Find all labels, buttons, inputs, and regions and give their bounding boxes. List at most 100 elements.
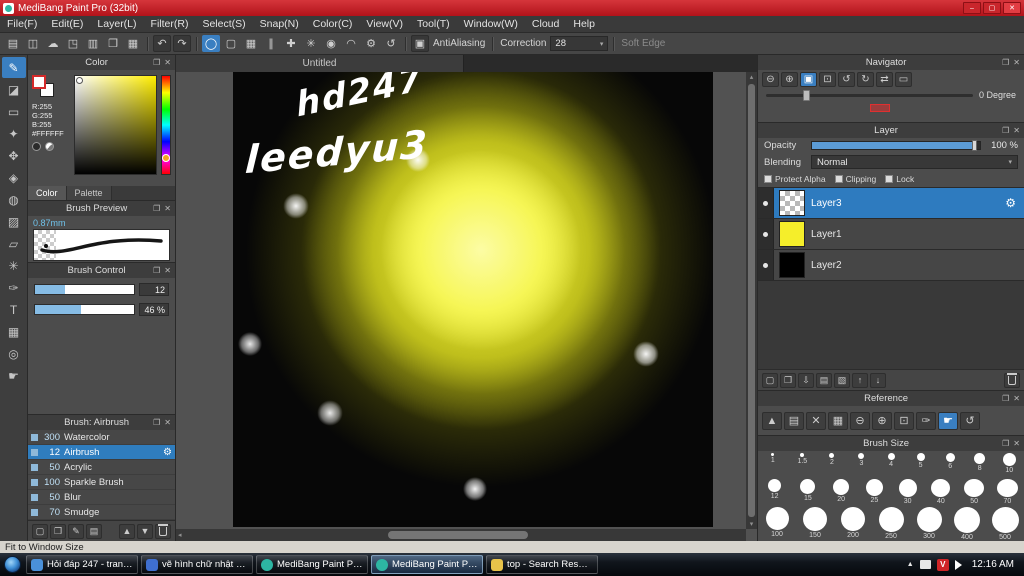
brush-opacity-slider[interactable] [34,304,135,315]
scroll-down-icon[interactable]: ▾ [748,519,756,529]
menu-cloud[interactable]: Cloud [525,16,566,32]
save-icon[interactable]: ◫ [24,35,42,52]
clipping-checkbox[interactable]: Clipping [834,174,876,184]
taskbar-item-5[interactable]: top - Search Results i... [486,555,598,574]
brush-item-watercolor[interactable]: 300 Watercolor [28,430,175,445]
panel-popout-icon[interactable]: ❐ [1002,439,1009,448]
brush-size-option[interactable]: 6 [935,451,965,477]
scroll-left-icon[interactable]: ◂ [176,530,184,540]
transparent-color-icon[interactable] [45,142,54,151]
panel-close-icon[interactable]: ✕ [164,418,171,427]
brush-size-option[interactable]: 20 [825,477,858,505]
menu-file[interactable]: File(F) [0,16,44,32]
panel-popout-icon[interactable]: ❐ [1002,58,1009,67]
hue-cursor[interactable] [162,154,170,162]
snap-reset-icon[interactable]: ↺ [382,35,400,52]
brush-item-blur[interactable]: 50 Blur [28,490,175,505]
brush-size-option[interactable]: 1 [758,451,788,477]
grid-icon[interactable]: ▦ [242,35,260,52]
menu-snap[interactable]: Snap(N) [253,16,306,32]
menu-window[interactable]: Window(W) [457,16,525,32]
decoration-tool[interactable]: ✳ [2,255,26,276]
brush-size-option[interactable]: 70 [991,477,1024,505]
navigator-view-rect[interactable] [870,104,890,112]
antialiasing-label[interactable]: AntiAliasing [431,38,487,49]
eyedropper-tool[interactable]: ◎ [2,343,26,364]
brush-size-option[interactable]: 25 [858,477,891,505]
zoom-in-icon[interactable]: ⊕ [781,71,798,87]
panel-popout-icon[interactable]: ❐ [153,418,160,427]
vertical-scrollbar[interactable]: ▴ ▾ [746,72,757,529]
brush-circle-icon[interactable]: ◯ [202,35,220,52]
hidden-icons-arrow[interactable]: ▲ [907,561,914,568]
delete-layer-icon[interactable] [1004,372,1020,388]
snap-settings-icon[interactable]: ⚙ [362,35,380,52]
rotate-cw-icon[interactable]: ↻ [857,71,874,87]
brush-size-option[interactable]: 250 [872,505,910,541]
panel-close-icon[interactable]: ✕ [164,204,171,213]
brush-square-icon[interactable]: ▢ [222,35,240,52]
layer-settings-icon[interactable]: ⚙ [1005,196,1024,210]
move-layer-up-icon[interactable]: ↑ [852,372,868,388]
delete-brush-icon[interactable] [155,523,171,539]
brush-settings-icon[interactable]: ⚙ [163,447,172,458]
brush-size-option[interactable]: 50 [958,477,991,505]
duplicate-brush-icon[interactable]: ❐ [50,523,66,539]
brush-size-option[interactable]: 500 [986,505,1024,541]
bucket-tool[interactable]: ◍ [2,189,26,210]
ref-checker-icon[interactable]: ▦ [828,411,848,430]
actual-size-icon[interactable]: ⊡ [819,71,836,87]
brush-size-option[interactable]: 8 [965,451,995,477]
edit-brush-icon[interactable]: ✎ [68,523,84,539]
redo-icon[interactable]: ↷ [173,35,191,52]
wand-select-tool[interactable]: ✦ [2,123,26,144]
taskbar-clock[interactable]: 12:16 AM [968,559,1018,570]
tab-palette[interactable]: Palette [66,186,112,200]
rotation-slider-handle[interactable] [803,89,811,101]
vanishing-snap-icon[interactable]: ✳ [302,35,320,52]
undo-icon[interactable]: ↶ [153,35,171,52]
brush-tool[interactable]: ✎ [1,57,26,78]
brush-down-icon[interactable]: ▼ [137,523,153,539]
text-tool[interactable]: T [2,299,26,320]
menu-filter[interactable]: Filter(R) [144,16,196,32]
ref-zoom-out-icon[interactable]: ⊖ [850,411,870,430]
radial-snap-icon[interactable]: ◉ [322,35,340,52]
add-layer-icon[interactable]: ▢ [762,372,778,388]
brush-size-option[interactable]: 1.5 [788,451,818,477]
brush-folder-icon[interactable]: ▤ [86,523,102,539]
sv-cursor[interactable] [76,77,83,84]
opacity-slider-handle[interactable] [971,140,977,151]
ref-load-icon[interactable]: ▲ [762,411,782,430]
transfer-layer-icon[interactable]: ▧ [834,372,850,388]
comment-icon[interactable]: ◳ [64,35,82,52]
ref-eyedropper-icon[interactable]: ✑ [916,411,936,430]
brush-size-option[interactable]: 15 [791,477,824,505]
canvas[interactable]: hd247 leedyu3 [233,72,713,527]
menu-view[interactable]: View(V) [359,16,410,32]
blending-select[interactable]: Normal ▾ [811,155,1018,169]
brush-size-option[interactable]: 40 [924,477,957,505]
volume-icon[interactable] [954,559,962,570]
maximize-button[interactable]: ▢ [983,2,1001,14]
copy-icon[interactable]: ▥ [84,35,102,52]
cloud-icon[interactable]: ☁ [44,35,62,52]
reset-rotation-icon[interactable]: ⇄ [876,71,893,87]
ime-icon[interactable] [919,560,931,569]
taskbar-item-1[interactable]: Hỏi đáp 247 - trang t... [26,555,138,574]
panel-close-icon[interactable]: ✕ [164,58,171,67]
fit-window-icon[interactable]: ▣ [800,71,817,87]
material-icon[interactable]: ▦ [124,35,142,52]
ref-folder-icon[interactable]: ▤ [784,411,804,430]
menu-edit[interactable]: Edit(E) [44,16,90,32]
minimize-button[interactable]: – [963,2,981,14]
move-layer-down-icon[interactable]: ↓ [870,372,886,388]
visibility-toggle[interactable] [758,188,774,218]
pen-tool[interactable]: ✑ [2,277,26,298]
vscroll-thumb[interactable] [748,84,755,517]
brush-size-option[interactable]: 200 [834,505,872,541]
panel-close-icon[interactable]: ✕ [164,266,171,275]
taskbar-item-4[interactable]: MediBang Paint Pro ... [371,555,483,574]
menu-help[interactable]: Help [566,16,602,32]
opacity-slider[interactable] [811,140,981,151]
